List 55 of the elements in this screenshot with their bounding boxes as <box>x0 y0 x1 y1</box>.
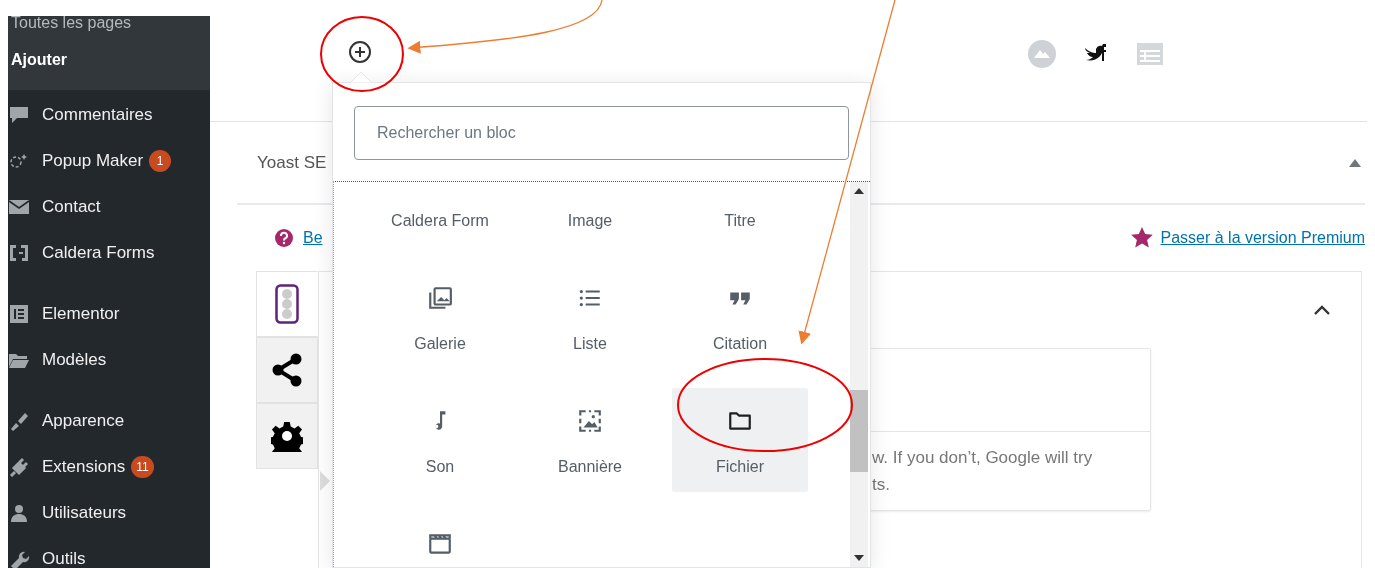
block-item[interactable]: Fichier <box>672 388 808 492</box>
menu-item[interactable]: Popup Maker <box>42 151 144 171</box>
scrollbar-thumb[interactable] <box>850 390 868 472</box>
block-item[interactable]: Son <box>372 388 508 492</box>
star-icon <box>1130 226 1155 250</box>
panel-title: Yoast SE <box>257 152 327 173</box>
clapperboard-icon <box>427 531 453 557</box>
e-square-icon[interactable] <box>8 304 30 324</box>
help-link[interactable]: Be <box>303 229 323 247</box>
count-badge: 1 <box>149 150 172 172</box>
scroll-down-arrow-icon[interactable] <box>854 555 864 561</box>
block-item[interactable]: Bannière <box>522 388 658 492</box>
description-text: ts. <box>872 474 891 496</box>
plug-icon[interactable] <box>8 457 30 477</box>
framed-image-icon <box>577 408 603 434</box>
comment-bubble-icon[interactable] <box>8 105 30 125</box>
count-badge: 11 <box>131 456 154 478</box>
share-icon <box>271 353 303 387</box>
brush-icon[interactable] <box>8 411 30 431</box>
add-block-button[interactable] <box>348 40 372 64</box>
submenu-item[interactable]: Ajouter <box>11 50 210 70</box>
block-item[interactable]: Image <box>522 182 658 246</box>
person-icon[interactable] <box>8 503 30 523</box>
menu-item[interactable]: Apparence <box>42 411 125 431</box>
side-tab[interactable] <box>256 403 318 469</box>
question-circle-icon <box>275 229 293 247</box>
menu-item[interactable]: Elementor <box>42 304 120 324</box>
block-item[interactable]: Caldera Form <box>372 182 508 246</box>
submenu-item[interactable]: Toutes les pages <box>11 16 210 33</box>
envelope-icon[interactable] <box>8 197 30 217</box>
plus-circle-icon <box>348 40 372 64</box>
scrollbar[interactable] <box>850 182 868 567</box>
gear-icon <box>271 420 303 452</box>
menu-item[interactable]: Commentaires <box>42 105 153 125</box>
chevron-up-icon[interactable] <box>1313 304 1331 316</box>
traffic-light-icon <box>275 284 299 324</box>
block-item[interactable]: Liste <box>522 265 658 369</box>
menu-item[interactable]: Outils <box>42 549 86 568</box>
block-item[interactable]: Galerie <box>372 265 508 369</box>
gallery-icon <box>427 285 453 311</box>
menu-item[interactable]: Extensions <box>42 457 126 477</box>
scroll-up-arrow-icon[interactable] <box>854 188 864 194</box>
premium-link[interactable]: Passer à la version Premium <box>1160 229 1365 247</box>
side-tab[interactable] <box>256 271 318 337</box>
block-item[interactable]: Titre <box>672 182 808 246</box>
menu-item[interactable]: Modèles <box>42 350 107 370</box>
menu-item[interactable]: Contact <box>42 197 101 217</box>
block-item[interactable]: Citation <box>672 265 808 369</box>
side-tab[interactable] <box>256 337 318 403</box>
bracket-form-icon[interactable] <box>8 243 30 263</box>
menu-item[interactable]: Utilisateurs <box>42 503 127 523</box>
search-field[interactable]: Rechercher un bloc <box>354 106 849 160</box>
description-text: w. If you don’t, Google will try <box>872 447 1094 469</box>
menu-item[interactable]: Caldera Forms <box>42 243 155 263</box>
triangle-up-icon[interactable] <box>1349 158 1361 167</box>
